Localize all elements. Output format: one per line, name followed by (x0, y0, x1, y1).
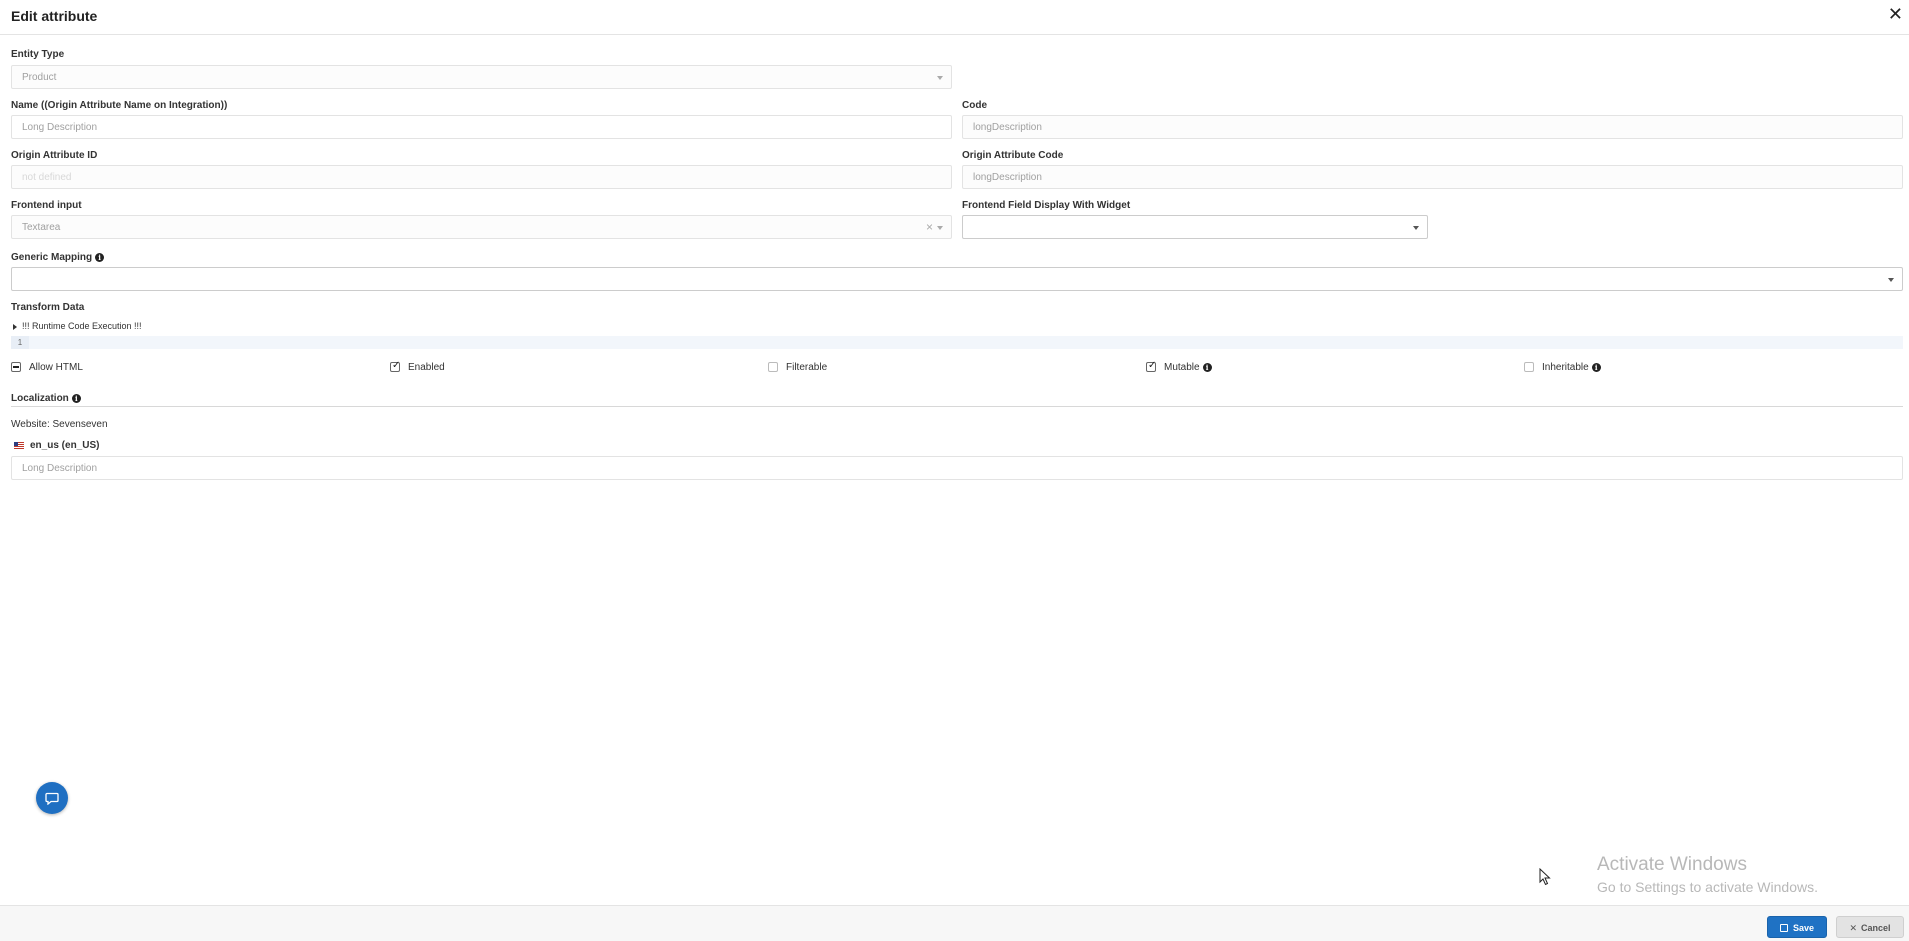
localized-name-input[interactable]: Long Description (11, 456, 1903, 480)
checked-checkbox-icon: ✓ (390, 360, 401, 373)
name-placeholder: Long Description (22, 122, 98, 133)
name-input[interactable]: Long Description (11, 115, 952, 139)
locale-label: en_us (en_US) (14, 440, 99, 451)
website-label: Website: Sevenseven (11, 419, 108, 430)
enabled-checkbox[interactable]: ✓ Enabled (390, 360, 445, 373)
localized-name-placeholder: Long Description (22, 463, 98, 474)
filterable-checkbox[interactable]: Filterable (768, 362, 827, 373)
divider (11, 406, 1903, 407)
origin-code-input[interactable]: longDescription (962, 165, 1903, 189)
generic-mapping-label-text: Generic Mapping (11, 252, 93, 263)
chevron-down-icon (1888, 278, 1894, 282)
chat-icon (45, 792, 59, 805)
runtime-code-toggle[interactable]: !!! Runtime Code Execution !!! (13, 321, 142, 331)
clear-icon[interactable]: × (926, 220, 933, 234)
localization-label-text: Localization (11, 393, 69, 404)
chevron-down-icon (937, 226, 943, 230)
watermark-subtitle: Go to Settings to activate Windows. (1597, 879, 1818, 895)
close-icon[interactable]: ✕ (1888, 5, 1903, 23)
indeterminate-checkbox-icon (11, 362, 21, 373)
unchecked-checkbox-icon (768, 362, 778, 373)
code-editor[interactable]: 1 (11, 336, 1903, 349)
caret-right-icon (13, 323, 17, 330)
close-icon: ✕ (1849, 923, 1858, 933)
origin-id-input[interactable]: not defined (11, 165, 952, 189)
line-number: 1 (11, 336, 29, 349)
localization-label: Localization i (11, 393, 81, 404)
frontend-input-value: Textarea (22, 222, 61, 233)
inheritable-checkbox[interactable]: Inheritable i (1524, 362, 1601, 373)
mutable-checkbox[interactable]: ✓ Mutable i (1146, 360, 1212, 373)
cancel-button[interactable]: ✕ Cancel (1836, 916, 1904, 938)
us-flag-icon (14, 441, 24, 449)
mouse-cursor-icon (1539, 868, 1551, 886)
info-icon[interactable]: i (1591, 362, 1601, 372)
generic-mapping-select[interactable] (11, 267, 1903, 291)
watermark-title: Activate Windows (1597, 854, 1747, 875)
transform-label: Transform Data (11, 302, 85, 313)
code-label: Code (962, 100, 987, 111)
origin-code-label: Origin Attribute Code (962, 150, 1064, 161)
save-button-label: Save (1792, 923, 1815, 933)
chevron-down-icon (937, 76, 943, 80)
entity-type-value: Product (22, 72, 57, 83)
origin-id-placeholder: not defined (22, 172, 72, 183)
origin-code-value: longDescription (973, 172, 1042, 183)
modal-footer: Save ✕ Cancel (0, 905, 1909, 941)
inheritable-label: Inheritable (1542, 362, 1589, 373)
activation-watermark: Activate Windows Go to Settings to activ… (1597, 854, 1818, 895)
save-icon (1779, 923, 1788, 932)
chevron-down-icon (1413, 226, 1419, 230)
info-icon[interactable]: i (95, 252, 105, 262)
enabled-label: Enabled (408, 362, 445, 373)
allow-html-checkbox[interactable]: Allow HTML (11, 362, 83, 373)
filterable-label: Filterable (786, 362, 828, 373)
runtime-code-toggle-label: !!! Runtime Code Execution !!! (22, 321, 142, 331)
code-value: longDescription (973, 122, 1042, 133)
mutable-label: Mutable (1164, 362, 1200, 373)
info-icon[interactable]: i (1202, 362, 1212, 372)
modal-title: Edit attribute (11, 8, 98, 24)
entity-type-select[interactable]: Product (11, 65, 952, 89)
cancel-button-label: Cancel (1861, 923, 1891, 933)
widget-select[interactable] (962, 215, 1428, 239)
checked-checkbox-icon: ✓ (1146, 360, 1157, 373)
unchecked-checkbox-icon (1524, 362, 1534, 373)
modal-header: Edit attribute ✕ (0, 0, 1909, 35)
frontend-input-select[interactable]: Textarea × (11, 215, 952, 239)
chat-button[interactable] (36, 782, 68, 814)
name-label: Name ((Origin Attribute Name on Integrat… (11, 100, 228, 111)
locale-label-text: en_us (en_US) (30, 440, 100, 451)
generic-mapping-label: Generic Mapping i (11, 252, 105, 263)
widget-label: Frontend Field Display With Widget (962, 200, 1131, 211)
allow-html-label: Allow HTML (29, 362, 83, 373)
frontend-input-label: Frontend input (11, 200, 82, 211)
save-button[interactable]: Save (1767, 916, 1827, 938)
code-input[interactable]: longDescription (962, 115, 1903, 139)
info-icon[interactable]: i (71, 393, 81, 403)
entity-type-label: Entity Type (11, 49, 65, 60)
origin-id-label: Origin Attribute ID (11, 150, 98, 161)
